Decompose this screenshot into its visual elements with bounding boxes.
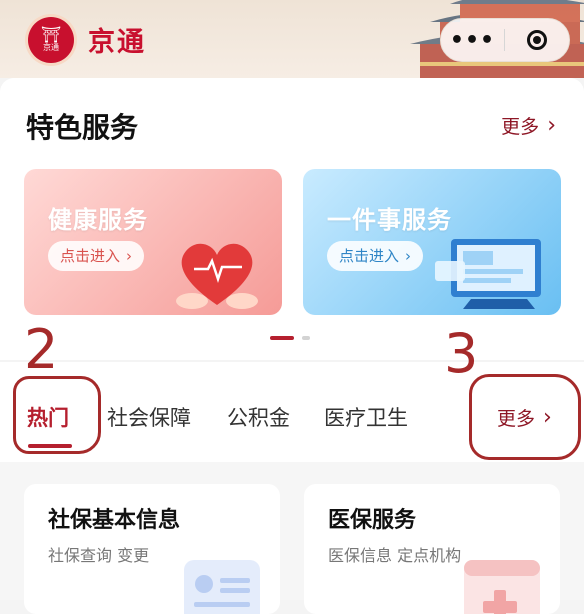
close-button[interactable] [505, 30, 568, 50]
more-label: 更多 [501, 116, 540, 138]
one-thing-service-card[interactable]: 一件事服务 点击进入 › [303, 169, 561, 315]
annotation-number-3: 3 [444, 322, 479, 385]
target-icon [526, 30, 547, 50]
service-subtitle: 社保查询 变更 [48, 546, 150, 565]
carousel-dot [302, 336, 310, 340]
chevron-right-icon: › [547, 112, 556, 138]
service-card-medical-insurance[interactable]: 医保服务 医保信息 定点机构 [304, 484, 560, 614]
annotation-circle-hot [13, 376, 101, 454]
enter-button[interactable]: 点击进入 › [327, 241, 424, 271]
app-header: ⛩ 京通 京通 ••• [0, 0, 584, 78]
chevron-right-icon: › [126, 247, 133, 265]
tab-medical-health[interactable]: 医疗卫生 [324, 402, 408, 432]
heart-pulse-icon [176, 243, 258, 309]
annotation-circle-more [469, 374, 581, 460]
section-title: 特色服务 [26, 111, 139, 144]
service-subtitle: 医保信息 定点机构 [328, 546, 462, 565]
featured-services-section: 特色服务 更多 › 健康服务 点击进入 › 一件事服务 点击进入 › [0, 78, 584, 360]
featured-more-link[interactable]: 更多 › [501, 112, 556, 139]
id-card-icon [184, 560, 260, 614]
enter-button[interactable]: 点击进入 › [48, 241, 145, 271]
card-title: 健康服务 [48, 206, 148, 234]
service-title: 医保服务 [328, 508, 417, 533]
tab-housing-fund[interactable]: 公积金 [227, 402, 290, 432]
carousel-indicator [270, 336, 310, 340]
more-options-button[interactable]: ••• [441, 28, 504, 53]
service-list: 社保基本信息 社保查询 变更 医保服务 医保信息 定点机构 [0, 462, 584, 614]
category-tabs: 热门 社会保障 公积金 医疗卫生 更多 › [0, 362, 584, 462]
computer-screen-icon [435, 239, 541, 309]
chevron-right-icon: › [405, 247, 412, 265]
miniprogram-capsule: ••• [440, 18, 570, 62]
app-logo: ⛩ 京通 [28, 17, 74, 63]
carousel-dot-active [270, 336, 294, 340]
service-card-social-info[interactable]: 社保基本信息 社保查询 变更 [24, 484, 280, 614]
tab-social-security[interactable]: 社会保障 [107, 402, 191, 432]
medical-cross-icon [464, 560, 540, 614]
health-service-card[interactable]: 健康服务 点击进入 › [24, 169, 282, 315]
annotation-number-2: 2 [24, 318, 59, 381]
service-title: 社保基本信息 [48, 508, 181, 533]
app-title: 京通 [88, 27, 146, 58]
